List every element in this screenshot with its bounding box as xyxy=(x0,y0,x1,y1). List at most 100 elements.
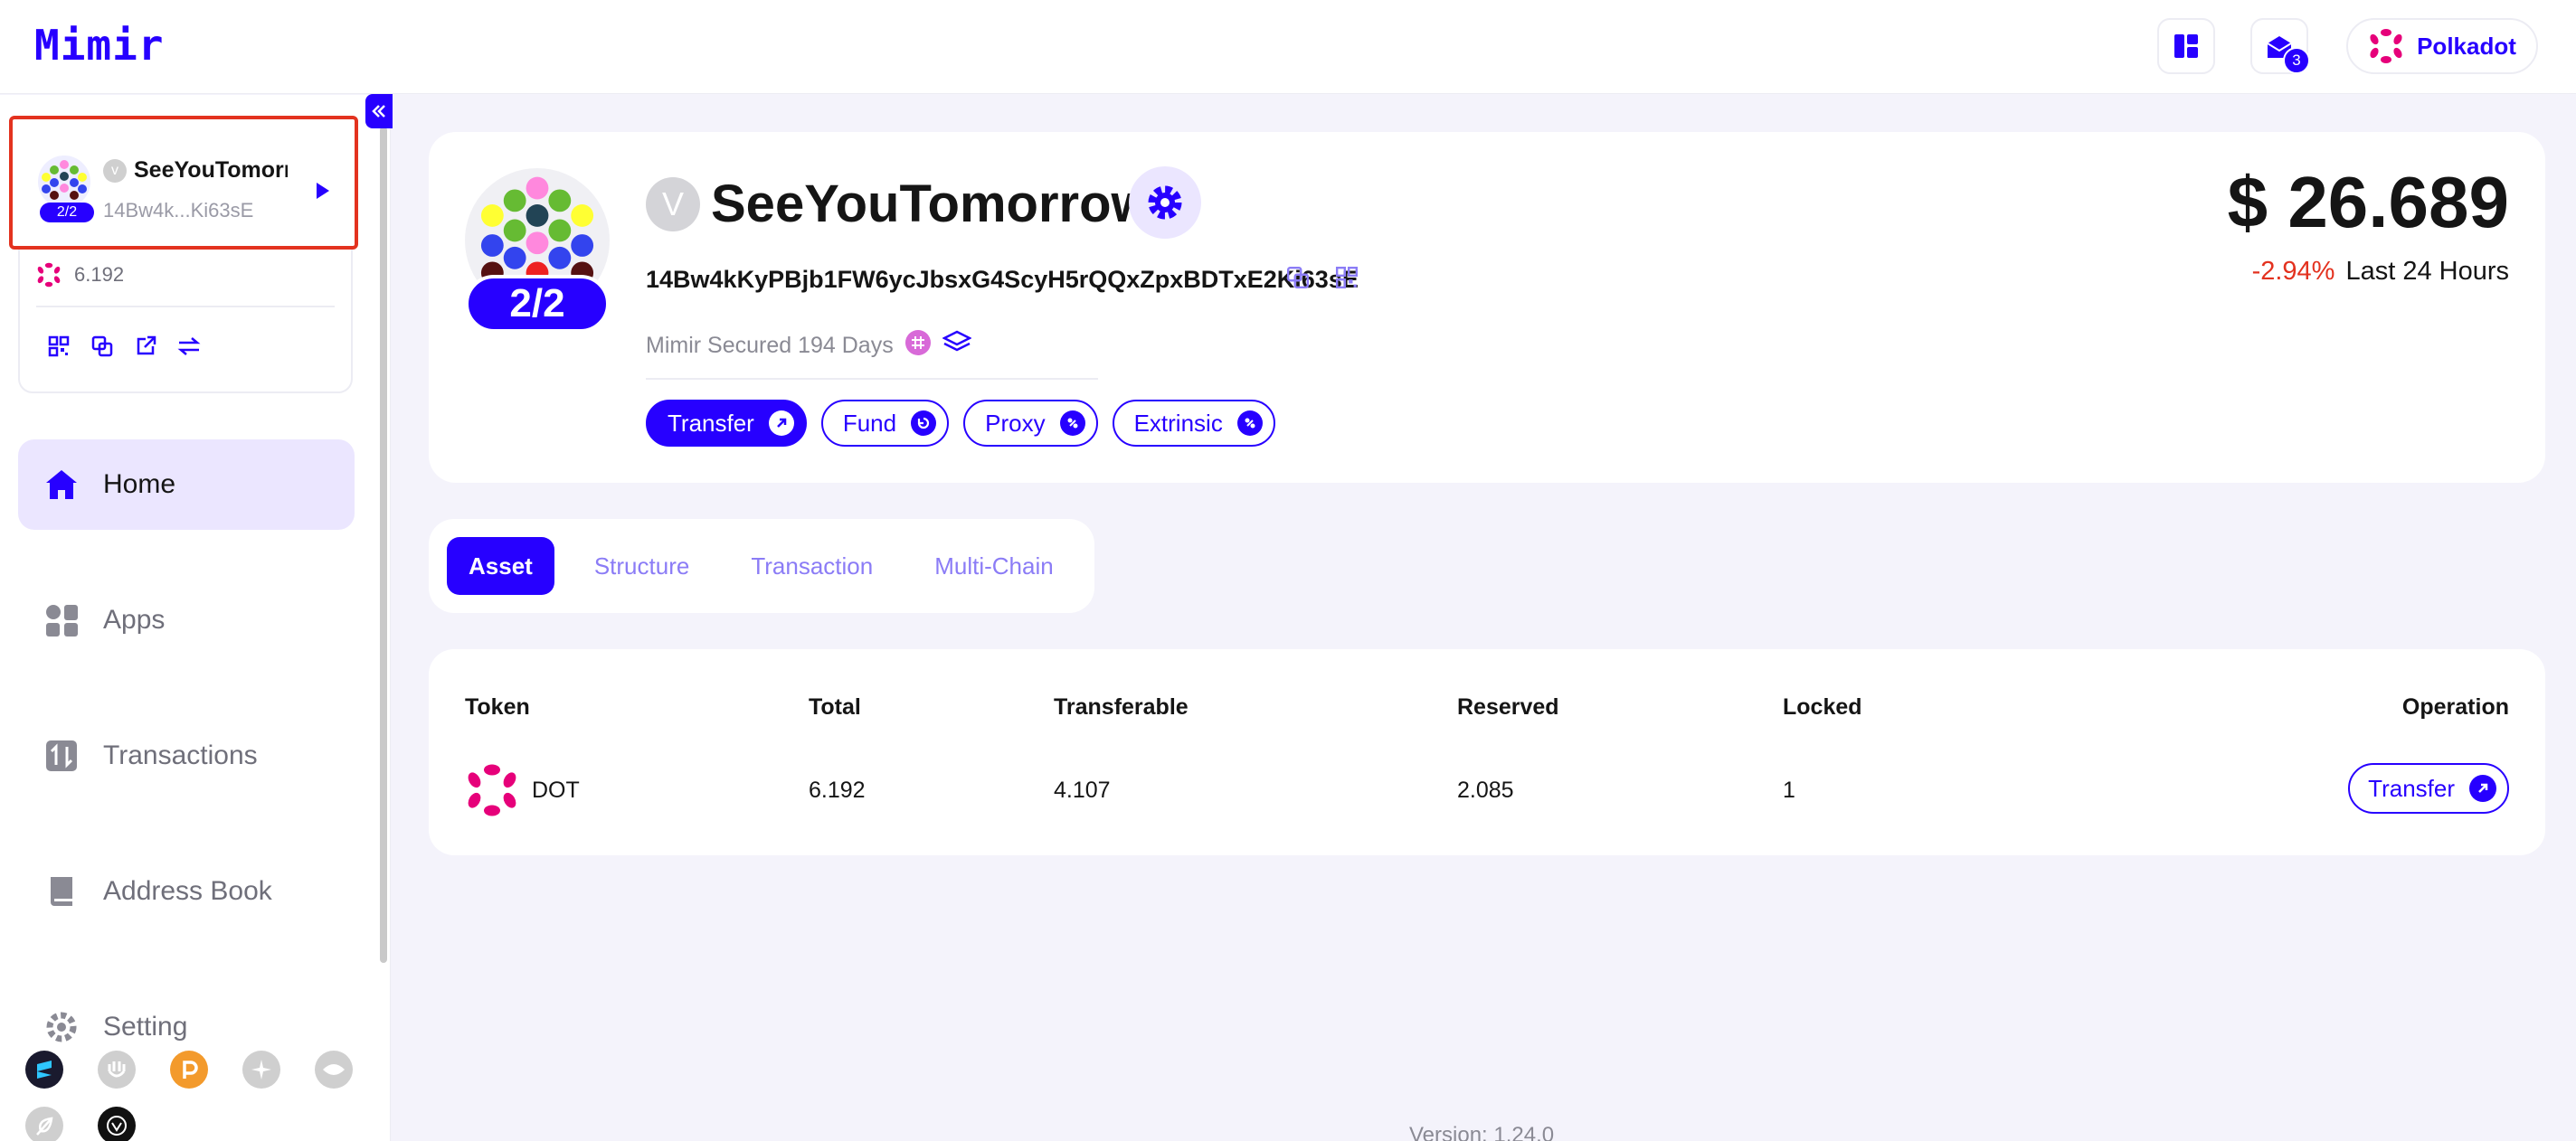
proxy-button-label: Proxy xyxy=(985,409,1046,437)
secured-days-text: Mimir Secured 194 Days xyxy=(646,333,894,358)
account-address: 14Bw4kKyPBjb1FW6ycJbsxG4ScyH5rQQxZpxBDTx… xyxy=(646,266,1359,293)
token-symbol: DOT xyxy=(532,777,580,803)
total-balance-usd: $ 26.689 xyxy=(2227,162,2509,242)
polkadot-icon xyxy=(37,262,61,288)
change-period: Last 24 Hours xyxy=(2345,257,2509,286)
feather-wallet-icon[interactable] xyxy=(25,1107,63,1141)
double-chevron-left-icon xyxy=(372,105,385,118)
top-bar: Mimir 3 Polkadot xyxy=(0,0,2576,94)
setting-icon xyxy=(43,1009,80,1045)
external-link-icon[interactable] xyxy=(134,335,157,358)
column-header-token: Token xyxy=(465,694,530,720)
account-threshold-badge: 2/2 xyxy=(40,203,94,222)
balance-change: -2.94% Last 24 Hours xyxy=(2252,257,2509,287)
transfer-arrows-icon[interactable] xyxy=(177,335,201,358)
account-avatar xyxy=(38,156,90,208)
network-selector[interactable]: Polkadot xyxy=(2346,18,2538,74)
qr-code-icon[interactable] xyxy=(47,335,71,358)
expand-arrow-icon[interactable] xyxy=(317,183,329,199)
account-overview-card: 2/2 V SeeYouTomorrow 14Bw4kKyPBjb1FW6ycJ… xyxy=(429,132,2545,483)
app-logo[interactable]: Mimir xyxy=(34,21,165,70)
tab-asset[interactable]: Asset xyxy=(447,537,554,595)
fearless-wallet-icon[interactable] xyxy=(98,1107,136,1141)
layout-icon xyxy=(2174,34,2198,58)
column-header-locked: Locked xyxy=(1783,694,1862,720)
layers-icon xyxy=(941,329,972,363)
transfer-button-label: Transfer xyxy=(668,409,754,437)
sidebar-item-apps[interactable]: Apps xyxy=(18,575,355,665)
verified-badge: V xyxy=(646,177,700,231)
layout-toggle-button[interactable] xyxy=(2157,18,2215,74)
sidebar-item-label: Address Book xyxy=(103,876,272,906)
nova-wallet-icon[interactable] xyxy=(242,1051,280,1089)
sidebar-item-label: Home xyxy=(103,469,176,499)
qr-code-icon[interactable] xyxy=(1335,266,1359,294)
column-header-transferable: Transferable xyxy=(1054,694,1189,720)
sidebar-collapse-button[interactable] xyxy=(365,94,393,128)
verified-badge: v xyxy=(103,159,127,183)
transactions-icon xyxy=(43,738,80,774)
sidebar-item-address-book[interactable]: Address Book xyxy=(18,846,355,937)
gear-icon xyxy=(1148,185,1182,220)
sidebar-item-label: Setting xyxy=(103,1012,188,1042)
cell-locked: 1 xyxy=(1783,778,1795,803)
subwallet-icon[interactable] xyxy=(25,1051,63,1089)
tab-multi-chain[interactable]: Multi-Chain xyxy=(913,537,1075,595)
column-header-reserved: Reserved xyxy=(1457,694,1559,720)
messages-count-badge: 3 xyxy=(2283,47,2310,74)
column-header-operation: Operation xyxy=(2401,694,2509,720)
account-balance: 6.192 xyxy=(36,262,124,288)
cell-reserved: 2.085 xyxy=(1457,778,1514,803)
polkadot-icon xyxy=(468,764,516,816)
cell-total: 6.192 xyxy=(809,778,866,803)
transfer-button[interactable]: Transfer xyxy=(646,400,807,447)
fund-button[interactable]: Fund xyxy=(820,400,950,447)
logo-text: Mimir xyxy=(34,21,165,70)
account-tabs: Asset Structure Transaction Multi-Chain xyxy=(429,519,1094,613)
talisman-icon[interactable] xyxy=(98,1051,136,1089)
column-header-total: Total xyxy=(809,694,861,720)
extrinsic-button-label: Extrinsic xyxy=(1133,409,1223,437)
proxy-icon xyxy=(1059,410,1085,436)
cell-transferable: 4.107 xyxy=(1054,778,1111,803)
polkagate-icon[interactable] xyxy=(170,1051,208,1089)
copy-icon[interactable] xyxy=(90,335,114,358)
sidebar-scrollbar[interactable] xyxy=(380,127,387,963)
fund-icon xyxy=(911,410,937,436)
messages-button[interactable]: 3 xyxy=(2250,18,2310,74)
sidebar-item-home[interactable]: Home xyxy=(18,439,355,530)
address-book-icon xyxy=(43,873,80,910)
wallet-dock xyxy=(25,1051,369,1141)
network-badge-icon xyxy=(904,329,932,363)
divider xyxy=(646,378,1098,380)
account-name: SeeYouTomorrow xyxy=(711,174,1152,233)
home-icon xyxy=(43,467,80,503)
secured-info: Mimir Secured 194 Days xyxy=(646,329,972,363)
proxy-button[interactable]: Proxy xyxy=(963,400,1098,447)
extrinsic-icon xyxy=(1236,410,1263,436)
apps-icon xyxy=(43,602,80,638)
account-quick-actions xyxy=(47,335,201,358)
account-balance-value: 6.192 xyxy=(74,263,125,286)
current-account-selector[interactable]: 2/2 v SeeYouTomorrow 14Bw4k...Ki63sE xyxy=(9,116,358,250)
tab-structure[interactable]: Structure xyxy=(573,537,712,595)
row-transfer-button[interactable]: Transfer xyxy=(2348,763,2509,814)
sidebar-item-label: Apps xyxy=(103,605,166,635)
account-settings-button[interactable] xyxy=(1129,166,1201,239)
account-address: 14Bw4k...Ki63sE xyxy=(103,199,254,222)
app-version: Version: 1.24.0 xyxy=(1409,1123,1555,1141)
extrinsic-button[interactable]: Extrinsic xyxy=(1112,400,1275,447)
sidebar-item-transactions[interactable]: Transactions xyxy=(18,711,355,801)
arrow-up-right-icon xyxy=(768,410,794,436)
change-percent: -2.94% xyxy=(2251,257,2335,286)
arrow-up-right-icon xyxy=(2469,775,2496,802)
sidebar-item-label: Transactions xyxy=(103,740,258,770)
fund-button-label: Fund xyxy=(842,409,897,437)
network-label: Polkadot xyxy=(2417,32,2516,60)
row-transfer-label: Transfer xyxy=(2368,774,2455,802)
copy-icon[interactable] xyxy=(1286,266,1310,294)
asset-table: Token Total Transferable Reserved Locked… xyxy=(429,649,2545,855)
enkrypt-icon[interactable] xyxy=(315,1051,353,1089)
polkadot-icon xyxy=(2370,29,2402,63)
tab-transaction[interactable]: Transaction xyxy=(729,537,895,595)
